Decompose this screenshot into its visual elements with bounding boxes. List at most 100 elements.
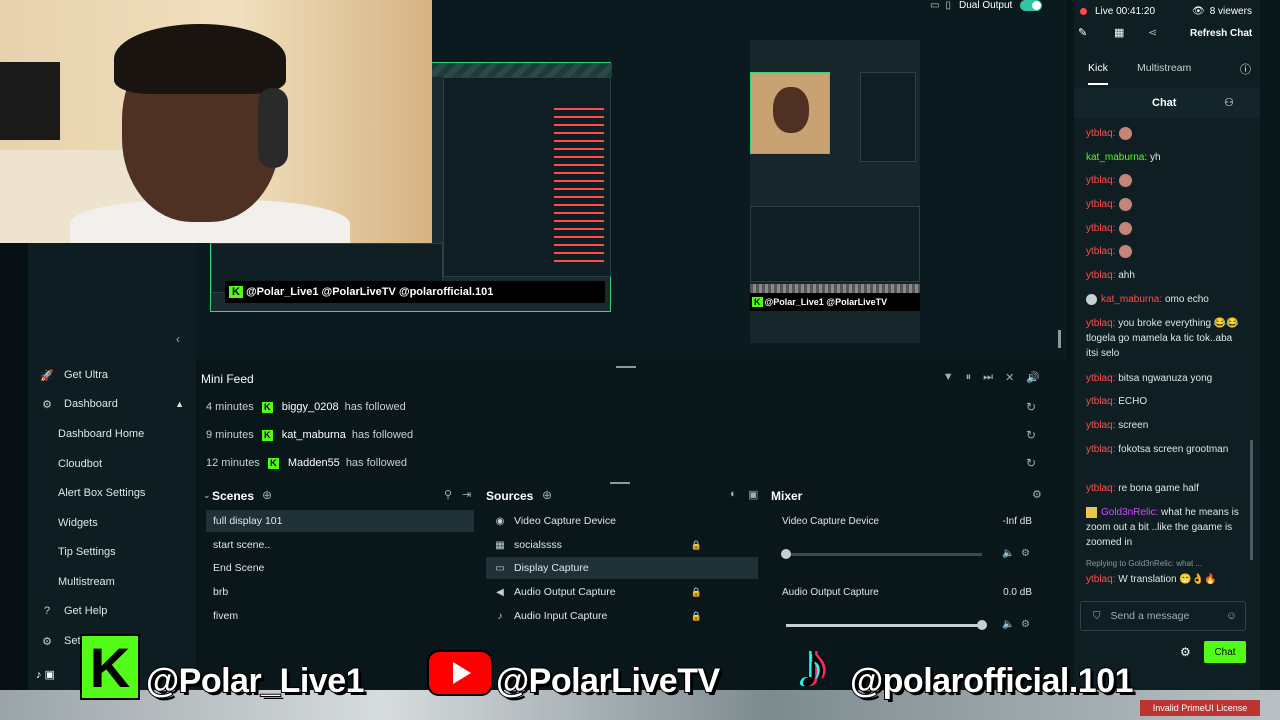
lock-icon[interactable]: 🔒: [691, 540, 702, 551]
lock-icon[interactable]: 🔒: [691, 611, 702, 622]
skip-icon[interactable]: ⏭: [983, 371, 993, 384]
speaker-icon[interactable]: 🔈: [1002, 548, 1014, 559]
folder-icon[interactable]: ▦: [1114, 26, 1124, 39]
feed-event: 4 minutes Kbiggy_0208 has followed ↻: [206, 400, 1036, 414]
chat-message: kat_maburna: omo echo: [1086, 292, 1246, 307]
mod-tools-icon[interactable]: ⚇: [1224, 96, 1234, 109]
sidebar-item-multistream[interactable]: Multistream: [28, 568, 196, 596]
scene-item[interactable]: End Scene: [206, 557, 474, 579]
chat-scrollbar[interactable]: [1250, 440, 1253, 560]
preview-scrollbar[interactable]: [1058, 330, 1061, 348]
sidebar-item-get-help[interactable]: ? Get Help: [28, 597, 196, 625]
pause-icon[interactable]: ⏸: [966, 371, 972, 384]
webcam-feed: [0, 0, 432, 243]
source-item[interactable]: ▭ Display Capture: [486, 557, 758, 579]
gear-icon[interactable]: ⚙: [1021, 619, 1030, 630]
vertical-canvas[interactable]: K @Polar_Live1 @PolarLiveTV: [750, 40, 920, 343]
youtube-handle: @PolarLiveTV: [495, 661, 721, 701]
speaker-icon: ◀: [496, 586, 504, 598]
dual-output-toggle[interactable]: [1020, 0, 1043, 11]
refresh-chat-button[interactable]: Refresh Chat: [1190, 28, 1252, 39]
replay-icon[interactable]: ↻: [1026, 428, 1036, 442]
source-item[interactable]: ♪ Audio Input Capture 🔒: [486, 605, 758, 627]
chat-input[interactable]: ⛉ Send a message ☺: [1080, 601, 1246, 631]
replay-icon[interactable]: ↻: [1026, 456, 1036, 470]
sidebar-item-cloudbot[interactable]: Cloudbot: [28, 450, 196, 478]
scene-transitions-icon[interactable]: ⚲: [444, 488, 452, 501]
kick-icon: K: [261, 401, 273, 413]
replay-icon[interactable]: ↻: [1026, 400, 1036, 414]
sidebar-item-tip-settings[interactable]: Tip Settings: [28, 538, 196, 566]
source-item[interactable]: ▦ socialssss 🔒: [486, 534, 758, 556]
scene-item[interactable]: start scene..: [206, 534, 474, 556]
collapse-sidebar-icon[interactable]: ‹: [176, 332, 180, 346]
share-icon[interactable]: ⋖: [1148, 26, 1157, 39]
nested-chat-preview: [554, 108, 604, 268]
vertical-docks-preview: [750, 206, 920, 282]
phone-icon: ▯: [945, 0, 951, 11]
folder-icon[interactable]: ◐: [730, 488, 737, 500]
chevron-up-icon: ▲: [175, 399, 184, 409]
rocket-icon: 🚀: [40, 369, 54, 382]
sidebar-item-alert-box-settings[interactable]: Alert Box Settings: [28, 479, 196, 507]
nested-studio-preview: [443, 77, 611, 277]
live-dot: [1080, 8, 1087, 15]
speaker-icon[interactable]: 🔈: [1002, 619, 1014, 630]
add-scene-icon[interactable]: ⊕: [262, 488, 272, 502]
scene-item[interactable]: brb: [206, 581, 474, 603]
studio-mode-icon[interactable]: ⇥: [462, 488, 471, 501]
dock-resize-handle[interactable]: [616, 366, 636, 368]
gear-icon[interactable]: ⚙: [1032, 488, 1042, 501]
volume-slider[interactable]: [786, 620, 987, 630]
monitor-icon: ▭: [495, 562, 505, 574]
emote-icon: [1119, 173, 1133, 187]
gear-icon[interactable]: ⚙: [1021, 548, 1030, 559]
volume-icon[interactable]: 🔊: [1026, 371, 1040, 384]
volume-slider[interactable]: [781, 549, 982, 559]
sidebar-item-dashboard[interactable]: ⚙ Dashboard ▲: [28, 390, 196, 418]
tab-kick[interactable]: Kick: [1088, 62, 1108, 74]
source-item[interactable]: ◉ Video Capture Device: [486, 510, 758, 532]
sidebar-item-dashboard-home[interactable]: Dashboard Home: [28, 420, 196, 448]
sidebar-item-get-ultra[interactable]: 🚀 Get Ultra: [28, 361, 196, 389]
vertical-social-banner: K @Polar_Live1 @PolarLiveTV: [750, 293, 920, 311]
sidebar-item-widgets[interactable]: Widgets: [28, 509, 196, 537]
chat-message: ytblaq:: [1086, 197, 1246, 212]
mini-feed: Mini Feed ▼ ⏸ ⏭ ✕ 🔊 4 minutes Kbiggy_0208…: [196, 364, 1052, 478]
emote-icon: [1119, 197, 1133, 211]
tab-multistream[interactable]: Multistream: [1137, 62, 1191, 74]
active-tab-indicator: [1088, 83, 1108, 85]
chat-message: kat_maburna: yh: [1086, 152, 1161, 163]
chat-message: ytblaq: ECHO: [1086, 396, 1148, 407]
chat-message: ytblaq: bitsa ngwanuza yong: [1086, 373, 1213, 384]
chat-message: ytblaq:: [1086, 126, 1246, 141]
streamlabs-window: 🚀 Get Ultra ⚙ Dashboard ▲ Dashboard Home Cl…: [0, 0, 1280, 720]
vertical-webcam: [750, 72, 830, 154]
viewer-count: 👁 8 viewers: [1192, 6, 1252, 17]
monitor-icon: ▭: [930, 0, 940, 11]
volume-knob[interactable]: [977, 620, 987, 630]
volume-knob[interactable]: [781, 549, 791, 559]
headphones: [258, 88, 288, 168]
pencil-icon[interactable]: ✎: [1078, 26, 1087, 39]
tiktok-handle: @polarofficial.101: [849, 661, 1135, 701]
add-folder-icon[interactable]: ▣: [748, 488, 758, 501]
social-handles-overlay: K @Polar_Live1 @PolarLiveTV ♪ @polaroffi…: [0, 629, 1280, 720]
add-source-icon[interactable]: ⊕: [542, 488, 552, 502]
mute-alerts-icon[interactable]: ✕: [1005, 371, 1014, 384]
filter-icon[interactable]: ▼: [943, 371, 954, 384]
info-icon[interactable]: ⓘ: [1240, 61, 1251, 77]
lock-icon[interactable]: 🔒: [691, 587, 702, 598]
chevron-down-icon[interactable]: ⌄: [203, 490, 211, 501]
scene-item[interactable]: fivem: [206, 605, 474, 627]
reply-preview: Replying to Gold3nRelic: what ...: [1086, 559, 1203, 568]
chat-message: ytblaq: re bona game half: [1086, 483, 1199, 494]
chat-message: ytblaq: screen: [1086, 420, 1149, 431]
dock-resize-handle[interactable]: [610, 482, 630, 484]
help-icon: ?: [43, 605, 51, 617]
emoji-icon[interactable]: ☺: [1226, 610, 1237, 622]
source-item[interactable]: ◀ Audio Output Capture 🔒: [486, 581, 758, 603]
dual-output-toggle-area: ▭ ▯ Dual Output: [930, 0, 1043, 11]
camera-icon: ◉: [495, 515, 505, 527]
scene-item[interactable]: full display 101: [206, 510, 474, 532]
